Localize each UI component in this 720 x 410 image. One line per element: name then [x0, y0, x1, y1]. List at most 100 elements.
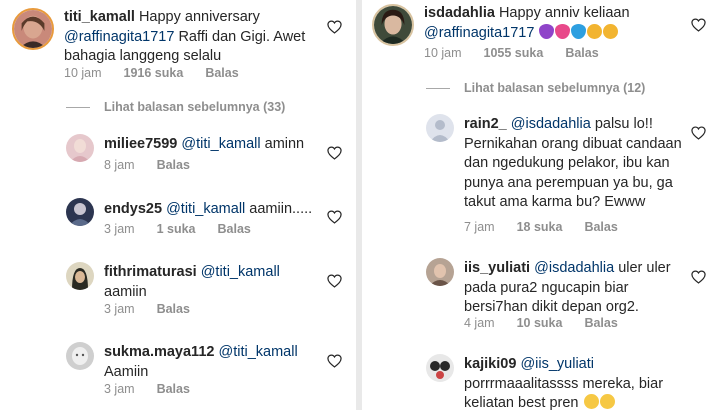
comment-username[interactable]: titi_kamall: [64, 9, 135, 25]
reply-text: aminn: [264, 136, 305, 152]
reply-body: fithrimaturasi @titi_kamall aamiin: [104, 263, 322, 302]
reply-button[interactable]: Balas: [157, 382, 190, 396]
like-count[interactable]: 1 suka: [157, 222, 196, 236]
reply-meta: 3 jam Balas: [104, 382, 212, 396]
emoji-row: [583, 394, 615, 410]
avatar[interactable]: [426, 354, 454, 382]
comment: isdadahlia Happy anniv keliaan @raffinag…: [362, 0, 720, 70]
pink-heart-icon: [555, 23, 571, 39]
comments-panel-right: isdadahlia Happy anniv keliaan @raffinag…: [362, 0, 720, 410]
reply-username[interactable]: kajiki09: [464, 356, 516, 372]
mention-link[interactable]: @iis_yuliati: [520, 356, 594, 372]
reply-button[interactable]: Balas: [205, 66, 238, 80]
mention-link[interactable]: @titi_kamall: [166, 201, 245, 217]
reply-item: miliee7599 @titi_kamall aminn 8 jam Balas: [0, 128, 356, 178]
avatar[interactable]: [12, 8, 54, 50]
reply-username[interactable]: endys25: [104, 201, 162, 217]
reply-username[interactable]: iis_yuliati: [464, 260, 530, 276]
reply-body: iis_yuliati @isdadahlia uler uler pada p…: [464, 259, 682, 318]
comment-username[interactable]: isdadahlia: [424, 5, 495, 21]
reply-button[interactable]: Balas: [565, 46, 598, 60]
reply-time: 3 jam: [104, 302, 135, 316]
comment-body: titi_kamall Happy anniversary @raffinagi…: [64, 8, 322, 67]
folded-hands-icon: [603, 23, 619, 39]
purple-heart-icon: [539, 23, 555, 39]
reply-username[interactable]: fithrimaturasi: [104, 264, 197, 280]
reply-meta: 8 jam Balas: [104, 158, 212, 172]
like-heart-icon[interactable]: [691, 126, 706, 140]
reply-meta: 3 jam Balas: [104, 302, 212, 316]
comment-time: 10 jam: [64, 66, 102, 80]
avatar[interactable]: [66, 134, 94, 162]
reply-body: endys25 @titi_kamall aamiin.....: [104, 200, 322, 220]
like-count[interactable]: 1055 suka: [484, 46, 544, 60]
mention-link[interactable]: @raffinagita1717: [64, 29, 174, 45]
like-heart-icon[interactable]: [327, 20, 342, 34]
like-count[interactable]: 18 suka: [517, 220, 563, 234]
reply-item: fithrimaturasi @titi_kamall aamiin 3 jam…: [0, 256, 356, 320]
like-heart-icon[interactable]: [327, 274, 342, 288]
reply-button[interactable]: Balas: [157, 302, 190, 316]
blue-heart-icon: [571, 23, 587, 39]
avatar[interactable]: [66, 342, 94, 370]
like-heart-icon[interactable]: [691, 270, 706, 284]
comment-time: 10 jam: [424, 46, 462, 60]
reply-username[interactable]: rain2_: [464, 116, 507, 132]
reply-time: 7 jam: [464, 220, 495, 234]
view-previous-replies[interactable]: Lihat balasan sebelumnya (12): [426, 81, 645, 95]
like-heart-icon[interactable]: [327, 354, 342, 368]
mention-link[interactable]: @isdadahlia: [511, 116, 591, 132]
reply-time: 4 jam: [464, 316, 495, 330]
reply-time: 8 jam: [104, 158, 135, 172]
mention-link[interactable]: @titi_kamall: [181, 136, 260, 152]
avatar[interactable]: [372, 4, 414, 46]
comment: titi_kamall Happy anniversary @raffinagi…: [0, 0, 356, 90]
reply-text: Aamiin: [104, 363, 149, 380]
grinning-sweat-icon: [583, 394, 599, 409]
like-count[interactable]: 1916 suka: [124, 66, 184, 80]
folded-hands-icon: [587, 23, 603, 39]
reply-button[interactable]: Balas: [584, 220, 617, 234]
avatar[interactable]: [66, 198, 94, 226]
reply-item: kajiki09 @iis_yuliati porrrmaaalitassss …: [362, 348, 720, 410]
reply-item: rain2_ @isdadahlia palsu lo!! Pernikahan…: [362, 108, 720, 238]
avatar[interactable]: [426, 258, 454, 286]
reply-button[interactable]: Balas: [218, 222, 251, 236]
reply-meta: 4 jam 10 suka Balas: [464, 316, 640, 330]
reply-time: 3 jam: [104, 382, 135, 396]
grinning-sweat-icon: [599, 394, 615, 409]
reply-meta: 3 jam 1 suka Balas: [104, 222, 273, 236]
view-replies-label[interactable]: Lihat balasan sebelumnya (12): [464, 81, 645, 95]
like-heart-icon[interactable]: [327, 210, 342, 224]
reply-body: miliee7599 @titi_kamall aminn: [104, 135, 322, 155]
reply-text: porrrmaaalitassss mereka, biar keliatan …: [464, 375, 664, 410]
mention-link[interactable]: @raffinagita1717: [424, 25, 534, 41]
reply-button[interactable]: Balas: [157, 158, 190, 172]
mention-link[interactable]: @isdadahlia: [534, 260, 614, 276]
comment-meta: 10 jam 1055 suka Balas: [424, 46, 621, 60]
mention-link[interactable]: @titi_kamall: [218, 344, 297, 360]
mention-link[interactable]: @titi_kamall: [201, 264, 280, 280]
like-heart-icon[interactable]: [327, 146, 342, 160]
view-replies-label[interactable]: Lihat balasan sebelumnya (33): [104, 100, 285, 114]
reply-button[interactable]: Balas: [584, 316, 617, 330]
comment-body: isdadahlia Happy anniv keliaan @raffinag…: [424, 4, 686, 43]
reply-text: aamiin.....: [249, 201, 313, 217]
like-heart-icon[interactable]: [691, 18, 706, 32]
comment-text: Happy anniversary: [138, 9, 260, 25]
reply-item: endys25 @titi_kamall aamiin..... 3 jam 1 …: [0, 192, 356, 242]
reply-item: iis_yuliati @isdadahlia uler uler pada p…: [362, 252, 720, 342]
view-previous-replies[interactable]: Lihat balasan sebelumnya (33): [66, 100, 285, 114]
reply-body: rain2_ @isdadahlia palsu lo!! Pernikahan…: [464, 115, 682, 213]
like-count[interactable]: 10 suka: [517, 316, 563, 330]
reply-username[interactable]: sukma.maya112: [104, 344, 214, 360]
avatar[interactable]: [426, 114, 454, 142]
comments-panel-left: titi_kamall Happy anniversary @raffinagi…: [0, 0, 356, 410]
reply-username[interactable]: miliee7599: [104, 136, 177, 152]
avatar[interactable]: [66, 262, 94, 290]
reply-body: kajiki09 @iis_yuliati porrrmaaalitassss …: [464, 355, 684, 410]
reply-meta: 7 jam 18 suka Balas: [464, 220, 640, 234]
reply-body: sukma.maya112 @titi_kamall Aamiin: [104, 343, 322, 382]
reply-time: 3 jam: [104, 222, 135, 236]
reply-item: sukma.maya112 @titi_kamall Aamiin 3 jam B…: [0, 336, 356, 410]
